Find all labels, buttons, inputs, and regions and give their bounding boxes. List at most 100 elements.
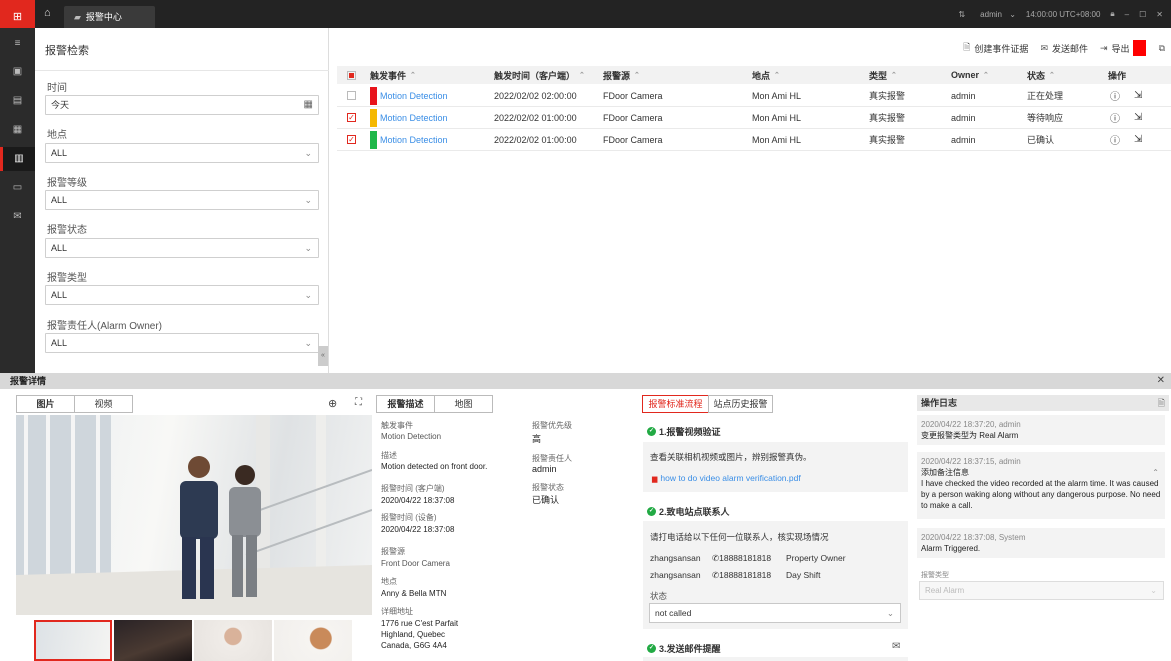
step1-box — [643, 442, 908, 492]
log-text: 添加备注信息 — [921, 468, 969, 477]
pdf-icon: ▆ — [652, 476, 658, 483]
check-icon: ✓ — [647, 507, 656, 516]
menu-icon[interactable]: ≡ — [0, 32, 35, 56]
user-menu[interactable]: admin ⌄ — [975, 10, 1016, 19]
thumbnail-4[interactable] — [274, 620, 352, 661]
alarm-type-select[interactable]: Real Alarm ⌄ — [919, 581, 1164, 600]
contact-phone[interactable]: ✆18888181818 — [712, 553, 771, 564]
tab-site-history[interactable]: 站点历史报警 — [708, 395, 773, 413]
monitor-icon[interactable]: ▣ — [0, 60, 35, 84]
col-status[interactable]: 状态 ⌃ — [1027, 66, 1055, 84]
minimize-icon[interactable]: – — [1125, 10, 1129, 19]
state-label: 状态 — [650, 591, 668, 601]
log-text: 变更报警类型为 Real Alarm — [921, 431, 1019, 440]
sort-icon[interactable]: ⌃ — [891, 71, 897, 79]
create-evidence-button[interactable]: 🗎︎ 创建事件证据 — [963, 40, 1028, 56]
step1-title: ✓ 1.报警视频验证 — [647, 427, 721, 437]
home-icon[interactable]: ⌂ — [44, 7, 56, 19]
cell-source: FDoor Camera — [603, 112, 663, 123]
col-source[interactable]: 报警源 ⌃ — [603, 66, 640, 84]
mail-icon[interactable]: ✉ — [0, 205, 35, 229]
thumbnail-1[interactable] — [34, 620, 112, 661]
event-link[interactable]: Motion Detection — [380, 135, 448, 145]
filter-panel: 报警检索 时间 今天 ▦ 地点 ALL ⌄ 报警等级 ALL ⌄ 报警状态 ALL ⌄ … — [35, 28, 329, 373]
time-label: 时间 — [47, 83, 67, 94]
cell-location: Mon Ami HL — [752, 90, 802, 101]
globe-icon[interactable]: ⊕ — [328, 397, 337, 410]
thumbnail-3[interactable] — [194, 620, 272, 661]
export-button[interactable]: ⇥ 导出 — [1100, 40, 1146, 56]
alarm-level-select[interactable]: ALL ⌄ — [45, 190, 319, 210]
collapse-handle[interactable]: « — [318, 346, 328, 366]
location-value: Anny & Bella MTN — [381, 589, 447, 598]
select-all-checkbox[interactable] — [347, 70, 356, 80]
col-time[interactable]: 触发时间（客户端） ⌃ — [494, 66, 585, 84]
thumbnail-2[interactable] — [114, 620, 192, 661]
col-event[interactable]: 触发事件 ⌃ — [370, 66, 416, 84]
external-link-icon[interactable]: ⧉ — [1159, 43, 1165, 54]
tab-picture[interactable]: 图片 — [16, 395, 75, 413]
row-checkbox[interactable]: ✓ — [347, 135, 356, 144]
close-icon[interactable]: ✕ — [1157, 373, 1165, 389]
col-location[interactable]: 地点 ⌃ — [752, 66, 780, 84]
table-row[interactable]: ✓ Motion Detection 2022/02/02 01:00:00 F… — [337, 107, 1171, 129]
row-checkbox[interactable]: ✓ — [347, 113, 356, 122]
pdf-link[interactable]: ▆ how to do video alarm verification.pdf — [652, 473, 801, 483]
snapshot-illustration — [16, 415, 372, 615]
export-highlight — [1132, 40, 1146, 56]
alarm-status-select[interactable]: ALL ⌄ — [45, 238, 319, 258]
sort-icon[interactable]: ⌃ — [983, 71, 989, 79]
cell-location: Mon Ami HL — [752, 112, 802, 123]
export-log-icon[interactable]: 🗎︎ — [1158, 395, 1165, 411]
event-link[interactable]: Motion Detection — [380, 113, 448, 123]
chevron-up-icon[interactable]: ⌃ — [1152, 467, 1159, 478]
row-checkbox[interactable] — [347, 91, 356, 100]
location-select[interactable]: ALL ⌄ — [45, 143, 319, 163]
info-icon[interactable]: ⓘ — [1110, 129, 1120, 150]
col-type[interactable]: 类型 ⌃ — [869, 66, 897, 84]
video-wall-icon[interactable]: ▦ — [0, 118, 35, 142]
tab-alarm-center[interactable]: ▰ 报警中心 — [64, 6, 155, 28]
cell-type: 真实报警 — [869, 135, 906, 145]
time-select[interactable]: 今天 ▦ — [45, 95, 319, 115]
mail-icon[interactable]: ✉ — [892, 641, 900, 652]
tab-map[interactable]: 地图 — [434, 395, 493, 413]
maximize-icon[interactable]: ☐ — [1139, 10, 1146, 19]
sort-icon[interactable]: ⌃ — [634, 71, 640, 79]
tab-sop[interactable]: 报警标准流程 — [642, 395, 709, 413]
state-select[interactable]: not called ⌄ — [649, 603, 901, 623]
sort-icon[interactable]: ⌃ — [774, 71, 780, 79]
contact-phone[interactable]: ✆18888181818 — [712, 570, 771, 581]
col-owner[interactable]: Owner ⌃ — [951, 66, 989, 84]
tab-video[interactable]: 视频 — [74, 395, 133, 413]
exit-icon[interactable]: ⇲ — [1134, 129, 1142, 150]
info-icon[interactable]: ⓘ — [1110, 107, 1120, 128]
alarm-list-panel: 🗎︎ 创建事件证据 ✉ 发送邮件 ⇥ 导出 ⧉ 触发事件 ⌃ 触发时间（客户端） ⌃ 报警… — [330, 28, 1171, 373]
calendar-icon[interactable]: ▦ — [304, 96, 313, 114]
source-key: 报警源 — [381, 547, 405, 556]
alarm-snapshot — [16, 415, 372, 615]
table-row[interactable]: ✓ Motion Detection 2022/02/02 01:00:00 F… — [337, 129, 1171, 151]
map-icon[interactable]: ▭ — [0, 176, 35, 200]
exit-icon[interactable]: ⇲ — [1134, 107, 1142, 128]
exit-icon[interactable]: ⇲ — [1134, 85, 1142, 106]
table-row[interactable]: Motion Detection 2022/02/02 02:00:00 FDo… — [337, 85, 1171, 107]
info-icon[interactable]: ⓘ — [1110, 85, 1120, 106]
sort-icon[interactable]: ⌃ — [1049, 71, 1055, 79]
sort-icon[interactable]: ⌃ — [579, 71, 585, 79]
tab-label: 报警中心 — [85, 12, 122, 22]
device-icon[interactable]: ▤ — [0, 89, 35, 113]
alarm-center-icon[interactable]: ▥ — [0, 147, 35, 171]
alarm-owner-select[interactable]: ALL ⌄ — [45, 333, 319, 353]
log-time: 2020/04/22 18:37:20, admin — [921, 420, 1021, 429]
alarm-type-select[interactable]: ALL ⌄ — [45, 285, 319, 305]
lock-icon[interactable]: 🔒︎ — [1110, 9, 1114, 19]
tab-alarm-description[interactable]: 报警描述 — [376, 395, 435, 413]
sort-icon[interactable]: ⌃ — [410, 71, 416, 79]
send-email-button[interactable]: ✉ 发送邮件 — [1040, 42, 1088, 55]
event-link[interactable]: Motion Detection — [380, 91, 448, 101]
close-icon[interactable]: ✕ — [1156, 10, 1163, 19]
fullscreen-icon[interactable]: ⛶ — [355, 397, 362, 408]
clock: 14:00:00 UTC+08:00 — [1025, 9, 1101, 19]
sync-icon[interactable]: ⇅ — [958, 10, 965, 19]
